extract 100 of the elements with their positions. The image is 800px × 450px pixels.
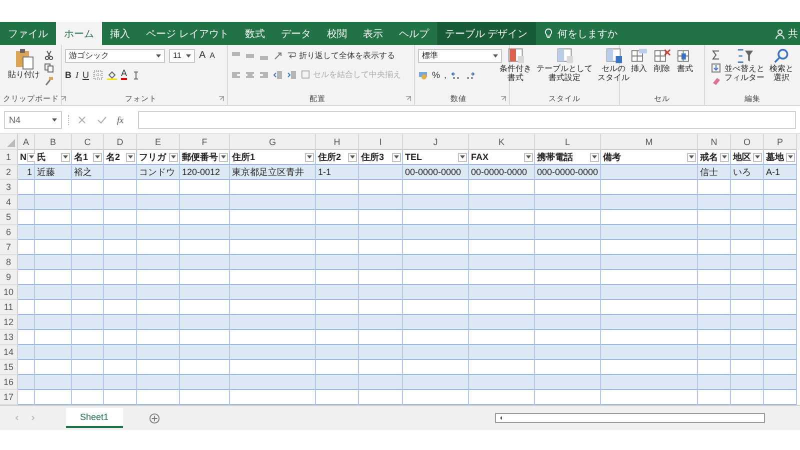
table-cell[interactable] [764, 300, 797, 315]
font-style-button[interactable]: I [76, 70, 78, 80]
table-cell[interactable] [698, 390, 731, 405]
table-cell[interactable] [35, 180, 72, 195]
table-cell[interactable] [137, 285, 180, 300]
table-cell[interactable] [535, 360, 601, 375]
indent-icon[interactable] [273, 70, 283, 80]
table-cell[interactable] [359, 240, 403, 255]
table-cell[interactable] [104, 240, 137, 255]
table-cell[interactable] [359, 270, 403, 285]
table-cell[interactable] [35, 240, 72, 255]
filter-button[interactable] [219, 152, 228, 162]
table-cell[interactable] [180, 180, 230, 195]
table-cell[interactable] [137, 270, 180, 285]
table-cell[interactable] [18, 360, 35, 375]
table-cell[interactable]: 1-1 [316, 165, 359, 180]
launcher-icon[interactable] [61, 96, 66, 101]
table-cell[interactable] [403, 360, 469, 375]
filter-button[interactable] [26, 152, 36, 162]
table-cell[interactable]: 120-0012 [180, 165, 230, 180]
table-cell[interactable] [316, 345, 359, 360]
font-name-field[interactable]: 游ゴシック [65, 48, 165, 62]
table-cell[interactable] [601, 180, 698, 195]
table-cell[interactable] [230, 300, 316, 315]
table-cell[interactable] [601, 285, 698, 300]
wrap-text-button[interactable]: 折り返して全体を表示する [287, 50, 395, 61]
table-cell[interactable] [316, 390, 359, 405]
table-cell[interactable] [18, 225, 35, 240]
table-cell[interactable] [535, 210, 601, 225]
table-cell[interactable] [359, 210, 403, 225]
table-cell[interactable] [469, 210, 535, 225]
table-cell[interactable] [403, 315, 469, 330]
table-cell[interactable] [731, 210, 764, 225]
table-cell[interactable] [316, 285, 359, 300]
table-cell[interactable] [469, 345, 535, 360]
table-cell[interactable] [535, 285, 601, 300]
table-cell[interactable] [764, 330, 797, 345]
table-cell[interactable] [316, 225, 359, 240]
table-cell[interactable] [72, 390, 104, 405]
fill-color-icon[interactable] [107, 70, 117, 80]
table-cell[interactable] [230, 345, 316, 360]
formula-field[interactable] [138, 110, 796, 128]
share-button[interactable]: 共 [775, 22, 800, 45]
table-cell[interactable] [18, 390, 35, 405]
table-cell[interactable] [230, 360, 316, 375]
eraser-icon[interactable] [710, 76, 720, 86]
brush-icon[interactable] [44, 76, 54, 86]
table-cell[interactable] [601, 390, 698, 405]
row-header[interactable]: 1 [0, 150, 18, 165]
table-cell[interactable] [104, 285, 137, 300]
table-cell[interactable] [698, 225, 731, 240]
table-cell[interactable] [72, 270, 104, 285]
filter-button[interactable] [753, 152, 762, 162]
row-header[interactable]: 11 [0, 300, 18, 315]
table-cell[interactable] [18, 270, 35, 285]
table-cell[interactable] [104, 270, 137, 285]
table-cell[interactable] [230, 375, 316, 390]
table-cell[interactable] [18, 285, 35, 300]
table-cell[interactable] [137, 375, 180, 390]
table-cell[interactable] [469, 180, 535, 195]
table-cell[interactable] [230, 210, 316, 225]
table-cell[interactable] [316, 210, 359, 225]
table-cell[interactable] [72, 375, 104, 390]
table-cell[interactable] [72, 210, 104, 225]
table-cell[interactable] [764, 285, 797, 300]
table-cell[interactable] [35, 330, 72, 345]
select-all-icon[interactable] [7, 139, 15, 147]
table-cell[interactable] [180, 270, 230, 285]
table-cell[interactable] [316, 240, 359, 255]
table-cell[interactable] [316, 375, 359, 390]
table-cell[interactable] [731, 300, 764, 315]
table-cell[interactable] [72, 345, 104, 360]
table-cell[interactable] [698, 315, 731, 330]
filter-button[interactable] [61, 152, 70, 162]
table-cell[interactable] [72, 255, 104, 270]
table-cell[interactable] [403, 195, 469, 210]
table-cell[interactable] [180, 255, 230, 270]
table-cell[interactable] [359, 285, 403, 300]
table-cell[interactable] [359, 255, 403, 270]
filter-button[interactable] [720, 152, 729, 162]
table-cell[interactable] [230, 240, 316, 255]
table-cell[interactable] [601, 225, 698, 240]
table-cell[interactable] [230, 315, 316, 330]
table-cell[interactable] [698, 270, 731, 285]
table-cell[interactable] [72, 240, 104, 255]
table-cell[interactable]: 00-0000-0000 [469, 165, 535, 180]
table-cell[interactable] [35, 315, 72, 330]
table-cell[interactable] [230, 255, 316, 270]
table-cell[interactable] [764, 225, 797, 240]
row-header[interactable]: 7 [0, 240, 18, 255]
table-cell[interactable] [18, 195, 35, 210]
table-cell[interactable] [535, 330, 601, 345]
table-cell[interactable] [180, 285, 230, 300]
table-cell[interactable] [18, 300, 35, 315]
table-cell[interactable]: 裕之 [72, 165, 104, 180]
table-cell[interactable] [35, 390, 72, 405]
table-cell[interactable] [764, 255, 797, 270]
font-color-button[interactable]: A [121, 69, 128, 80]
font-style-button[interactable]: U [82, 70, 89, 80]
paste-button[interactable]: 貼り付け [7, 48, 41, 92]
